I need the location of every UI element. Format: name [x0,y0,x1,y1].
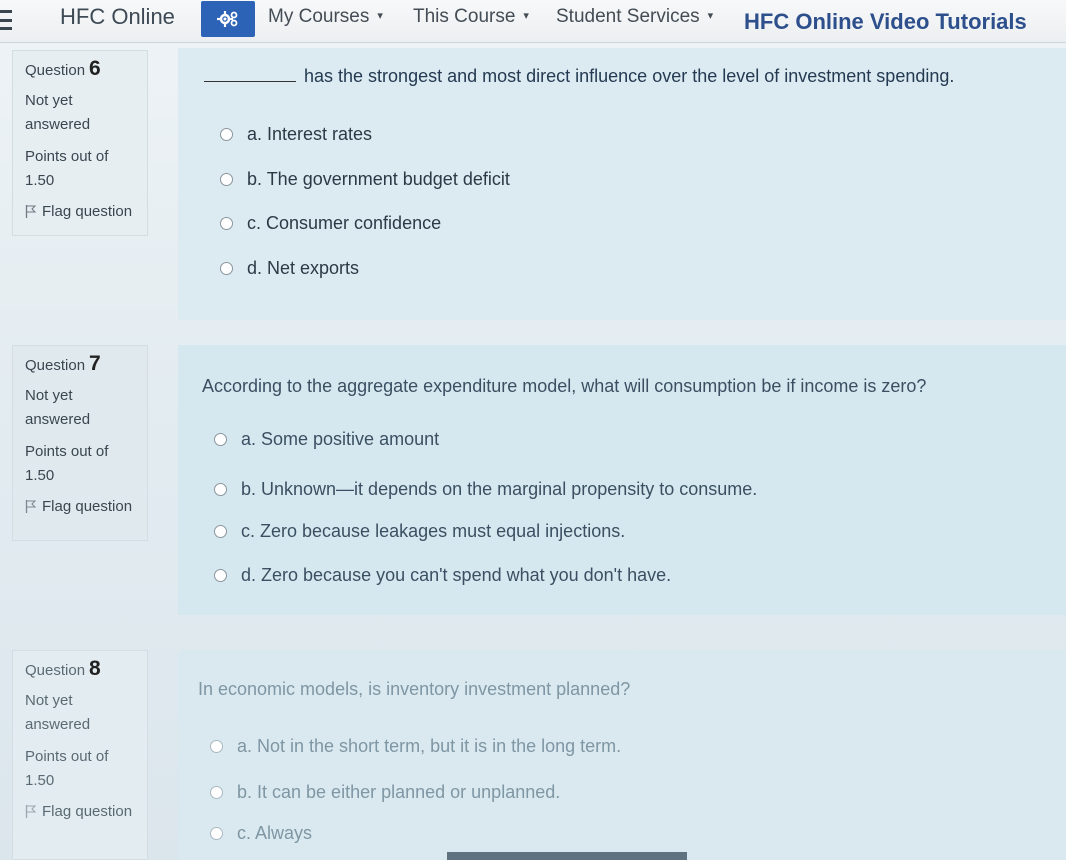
answer-label: c. Always [237,823,313,843]
nav-video-tutorials-label: HFC Online Video Tutorials [744,9,1027,34]
question-state: Not yet answered [25,692,91,733]
question-text: has the strongest and most direct influe… [204,66,954,87]
radio-button[interactable] [214,433,227,446]
nav-my-courses-label: My Courses [268,6,370,27]
settings-button[interactable] [201,1,255,37]
nav-this-course-label: This Course [413,6,516,27]
answer-option-b[interactable]: b. The government budget deficit [220,169,510,190]
chevron-down-icon: ▾ [523,10,529,22]
question-content-6: has the strongest and most direct influe… [178,48,1066,320]
question-points: Points out of 1.50 [25,148,109,189]
flag-icon [25,205,36,218]
answer-option-d[interactable]: d. Net exports [220,258,359,279]
flag-question-label: Flag question [42,803,133,820]
radio-button[interactable] [220,128,233,141]
answer-label: c. Consumer confidence [247,213,442,233]
flag-icon [25,805,36,818]
answer-option-c[interactable]: c. Consumer confidence [220,213,441,234]
nav-student-services[interactable]: Student Services ▾ [556,6,713,28]
question-text-body: has the strongest and most direct influe… [304,66,955,86]
question-state: Not yet answered [25,387,91,428]
answer-label: d. Net exports [247,258,360,278]
nav-this-course[interactable]: This Course ▾ [413,6,529,28]
question-number: Question 6 [25,57,135,81]
chevron-down-icon: ▾ [707,10,714,22]
flag-icon [25,500,36,513]
question-info-6: Question 6 Not yet answered Points out of… [12,50,148,236]
answer-label: a. Interest rates [247,124,373,144]
chevron-down-icon: ▾ [377,10,383,22]
answer-option-c[interactable]: c. Always [210,823,312,844]
answer-label: a. Some positive amount [241,429,440,449]
nav-video-tutorials[interactable]: HFC Online Video Tutorials [744,9,1027,35]
radio-button[interactable] [220,217,233,230]
bottom-scroll-bar[interactable] [447,852,687,860]
answer-label: d. Zero because you can't spend what you… [241,565,672,585]
answer-label: c. Zero because leakages must equal inje… [241,521,626,541]
radio-button[interactable] [214,569,227,582]
radio-button[interactable] [214,525,227,538]
top-navbar: HFC Online My Courses ▾ This Course ▾ Stud… [0,0,1066,43]
flag-question-link[interactable]: Flag question [25,498,135,515]
question-content-7: According to the aggregate expenditure m… [178,345,1066,615]
question-points: Points out of 1.50 [25,748,109,789]
flag-question-label: Flag question [42,498,133,515]
site-brand[interactable]: HFC Online [60,4,175,30]
gear-icon [217,11,238,27]
answer-label: b. It can be either planned or unplanned… [237,782,561,802]
answer-option-b[interactable]: b. It can be either planned or unplanned… [210,782,560,803]
nav-student-services-label: Student Services [556,6,700,27]
question-info-8: Question 8 Not yet answered Points out of… [12,650,148,860]
answer-option-a[interactable]: a. Interest rates [220,124,372,145]
question-label: Question [25,357,86,374]
question-number: Question 8 [25,657,135,681]
answer-option-d[interactable]: d. Zero because you can't spend what you… [214,565,671,586]
question-text: In economic models, is inventory investm… [198,679,631,699]
question-number-value: 6 [89,57,101,80]
answer-option-c[interactable]: c. Zero because leakages must equal inje… [214,521,625,542]
radio-button[interactable] [214,483,227,496]
question-label: Question [25,62,86,79]
radio-button[interactable] [220,262,233,275]
question-info-7: Question 7 Not yet answered Points out of… [12,345,148,541]
radio-button[interactable] [210,827,223,840]
answer-option-a[interactable]: a. Not in the short term, but it is in t… [210,736,621,757]
question-number-value: 7 [89,352,101,375]
hamburger-menu-icon[interactable] [0,8,14,32]
question-points: Points out of 1.50 [25,443,109,484]
flag-question-link[interactable]: Flag question [25,203,135,220]
question-text: According to the aggregate expenditure m… [202,376,927,396]
answer-label: b. Unknown—it depends on the marginal pr… [241,479,758,499]
flag-question-label: Flag question [42,203,133,220]
answer-option-b[interactable]: b. Unknown—it depends on the marginal pr… [214,479,757,500]
answer-label: b. The government budget deficit [247,169,510,189]
question-label: Question [25,662,86,679]
answer-option-a[interactable]: a. Some positive amount [214,429,439,450]
radio-button[interactable] [210,740,223,753]
question-number: Question 7 [25,352,135,376]
radio-button[interactable] [210,786,223,799]
answer-blank [204,67,296,82]
question-content-8: In economic models, is inventory investm… [178,650,1066,860]
question-number-value: 8 [89,657,101,680]
nav-my-courses[interactable]: My Courses ▾ [268,6,383,28]
flag-question-link[interactable]: Flag question [25,803,135,820]
answer-label: a. Not in the short term, but it is in t… [237,736,622,756]
question-state: Not yet answered [25,92,91,133]
radio-button[interactable] [220,173,233,186]
